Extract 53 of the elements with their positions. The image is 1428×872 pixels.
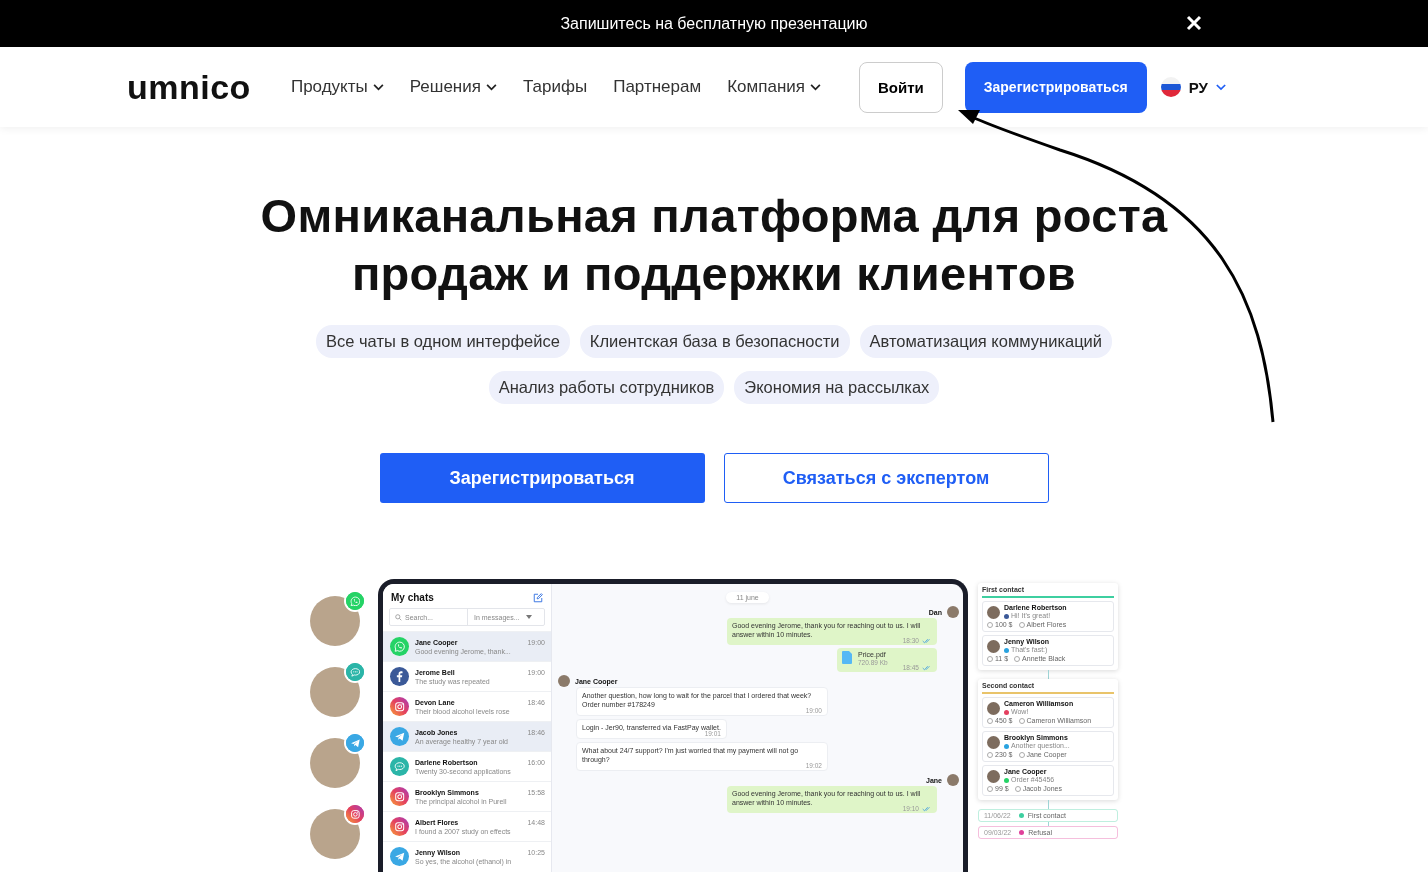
panel-title: My chats [391,592,434,603]
avatar-placeholder [947,774,959,786]
login-button[interactable]: Войти [858,61,943,113]
double-check-icon [922,637,932,644]
contact-expert-button[interactable]: Связаться с экспертом [723,453,1049,503]
telegram-icon [390,727,409,746]
logo[interactable]: umnico [127,67,251,107]
avatar-placeholder [987,701,1000,715]
nav-menu-item[interactable]: Решения [409,77,497,97]
telegram-icon [390,847,409,866]
instagram-icon [390,697,409,716]
language-selector[interactable]: РУ [1160,77,1226,97]
avatar-placeholder [310,738,360,788]
edit-icon[interactable] [533,592,543,603]
hero-title: Омниканальная платформа для роста продаж и поддержки клиентов [260,188,1168,302]
avatar-placeholder [987,735,1000,749]
chevron-down-icon [1215,83,1226,91]
search-icon [395,613,402,621]
close-button[interactable] [1184,13,1204,33]
avatar-placeholder [987,769,1000,783]
chevron-down-icon [372,83,384,91]
avatar-placeholder [987,639,1000,653]
nav-menu-item[interactable]: Партнерам [613,77,702,97]
double-check-icon [922,664,932,671]
nav-menu-item[interactable]: Компания [727,77,821,97]
feature-tag: Анализ работы сотрудников [488,371,725,404]
promo-link[interactable]: Запишитесь на бесплатную презентацию [560,14,868,33]
avatar-placeholder [987,605,1000,619]
chevron-down-icon [485,83,497,91]
register-button[interactable]: Зарегистрироваться [964,61,1147,113]
instagram-icon [390,817,409,836]
flag-icon [1160,77,1181,97]
chat-bubble-icon [390,757,409,776]
feature-tag: Автоматизация коммуникаций [859,325,1113,358]
instagram-icon [390,787,409,806]
chevron-down-icon [809,83,821,91]
avatar-placeholder [310,809,360,859]
nav-menu-item[interactable]: Продукты [290,77,384,97]
language-code: РУ [1188,78,1208,96]
caret-down-icon [525,615,532,619]
feature-tag: Экономия на рассылках [734,371,940,404]
avatar-placeholder [310,667,360,717]
avatar-placeholder [310,596,360,646]
file-icon [842,651,852,664]
whatsapp-icon [390,637,409,656]
facebook-icon [390,667,409,686]
feature-tag: Клиентская база в безопасности [579,325,850,358]
feature-tag: Все чаты в одном интерфейсе [315,325,570,358]
double-check-icon [922,805,932,812]
avatar-placeholder [947,606,959,618]
register-button[interactable]: Зарегистрироваться [379,453,705,503]
avatar-placeholder [558,675,570,687]
nav-menu-item[interactable]: Тарифы [522,77,588,97]
